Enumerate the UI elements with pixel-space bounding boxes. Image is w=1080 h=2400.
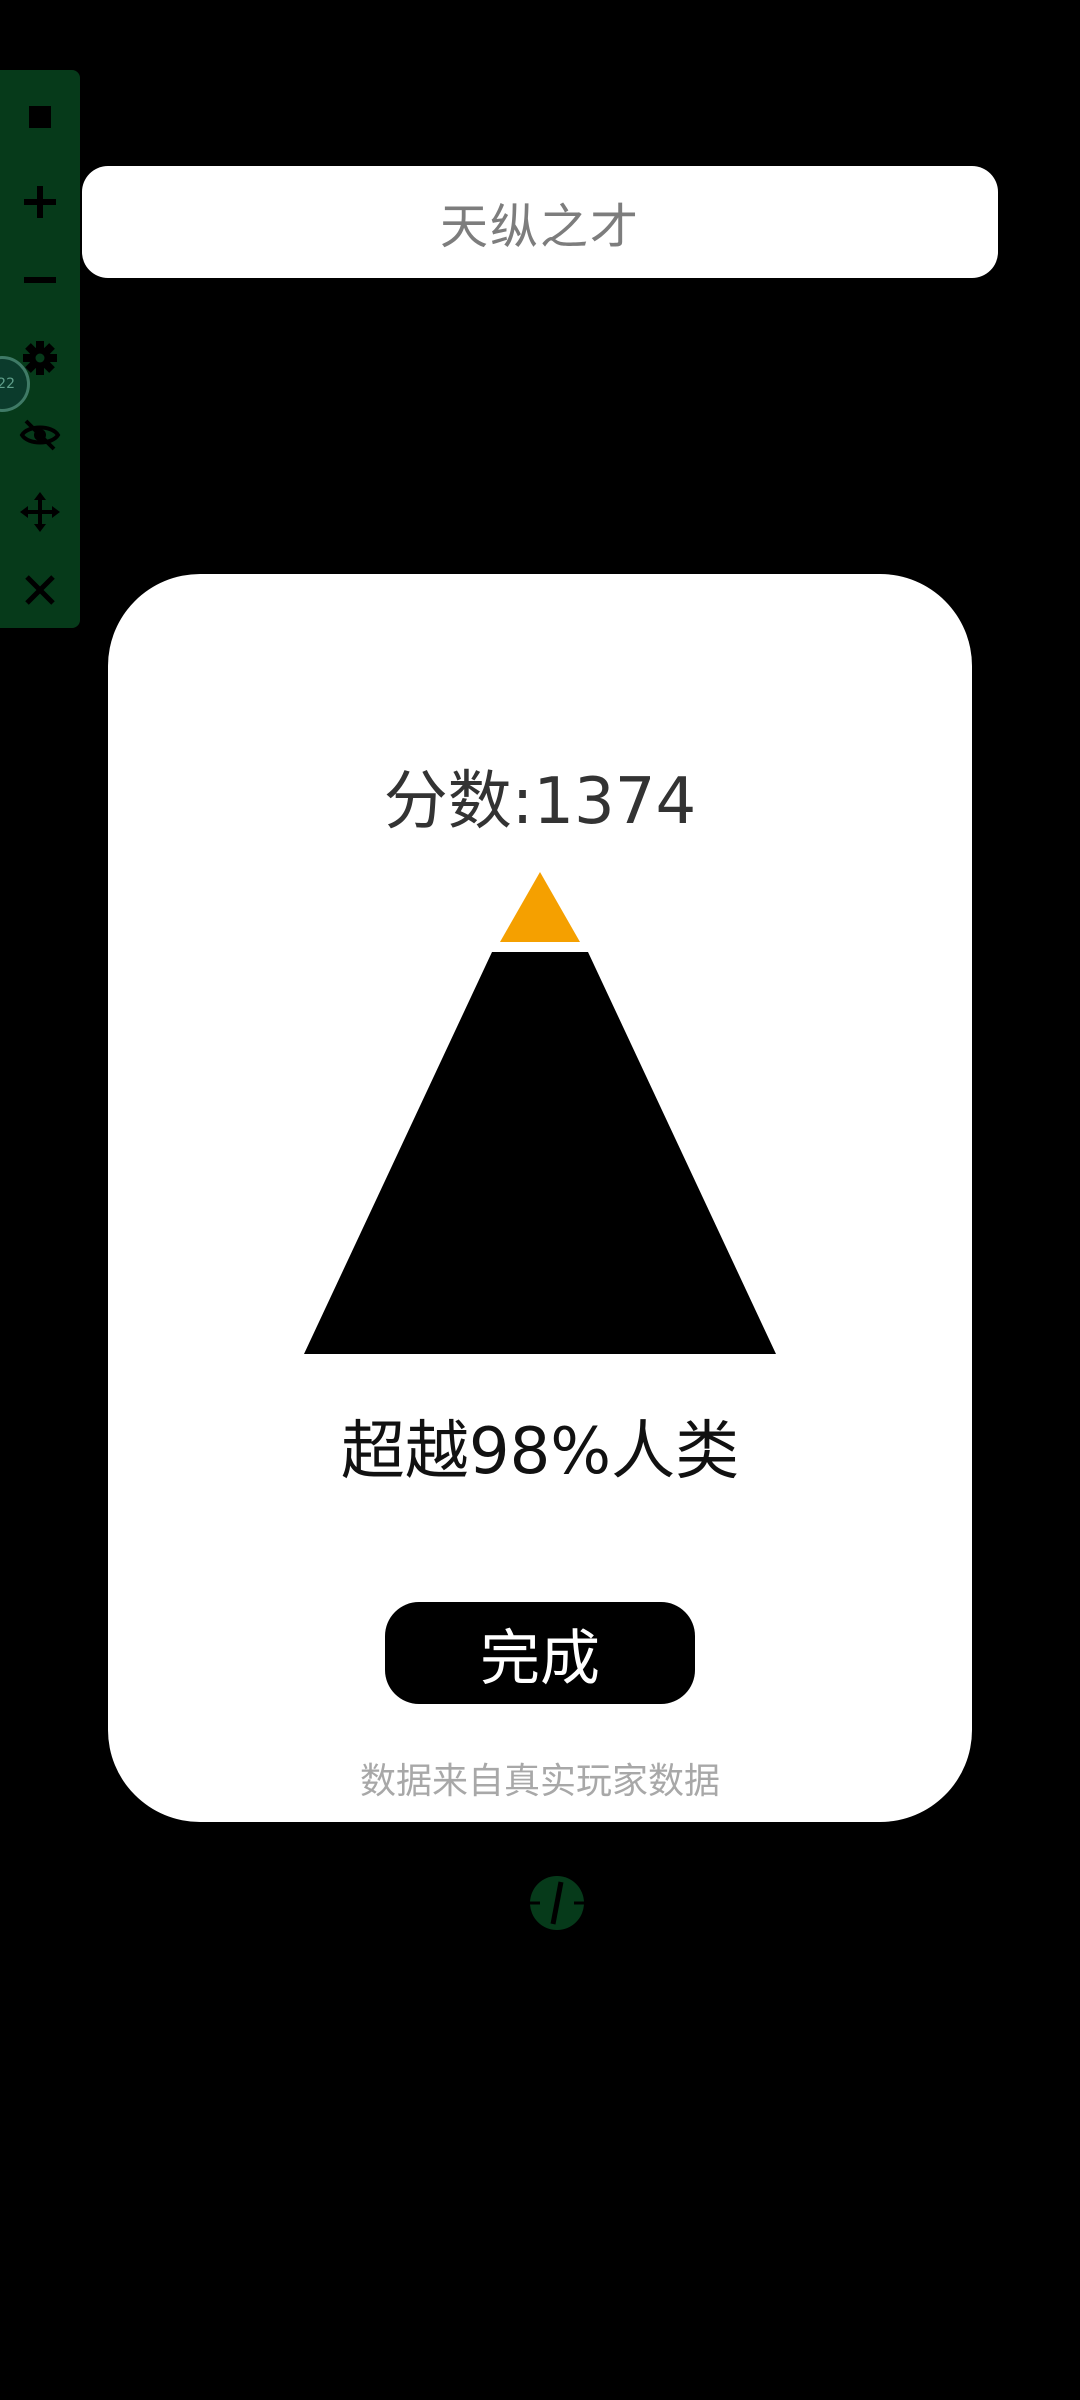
zoom-out-button[interactable] <box>0 245 80 315</box>
minus-icon <box>24 277 56 283</box>
score-text: 分数:1374 <box>383 765 697 839</box>
floating-toolbar <box>0 70 80 628</box>
close-icon <box>25 575 55 605</box>
done-button[interactable]: 完成 <box>385 1602 695 1704</box>
result-card: 分数:1374 超越98%人类 完成 数据来自真实玩家数据 <box>108 574 972 1822</box>
exceed-text: 超越98%人类 <box>340 1415 740 1489</box>
eye-off-icon <box>19 419 61 451</box>
title-bar: 天纵之才 <box>82 166 998 278</box>
pyramid-top-segment <box>500 872 580 942</box>
timer-dial-icon[interactable] <box>528 1874 586 1932</box>
percentile-pyramid <box>304 872 776 1354</box>
plus-icon <box>24 186 56 218</box>
stop-icon <box>29 106 51 128</box>
zoom-in-button[interactable] <box>0 167 80 237</box>
rank-title: 天纵之才 <box>439 199 640 255</box>
move-button[interactable] <box>0 477 80 547</box>
close-button[interactable] <box>0 555 80 625</box>
bubble-text: 22 <box>0 376 15 392</box>
move-icon <box>20 492 60 532</box>
data-source-note: 数据来自真实玩家数据 <box>359 1761 720 1802</box>
stop-button[interactable] <box>0 82 80 152</box>
done-button-label: 完成 <box>480 1623 600 1694</box>
pyramid-body <box>304 952 776 1354</box>
hide-button[interactable] <box>0 400 80 470</box>
